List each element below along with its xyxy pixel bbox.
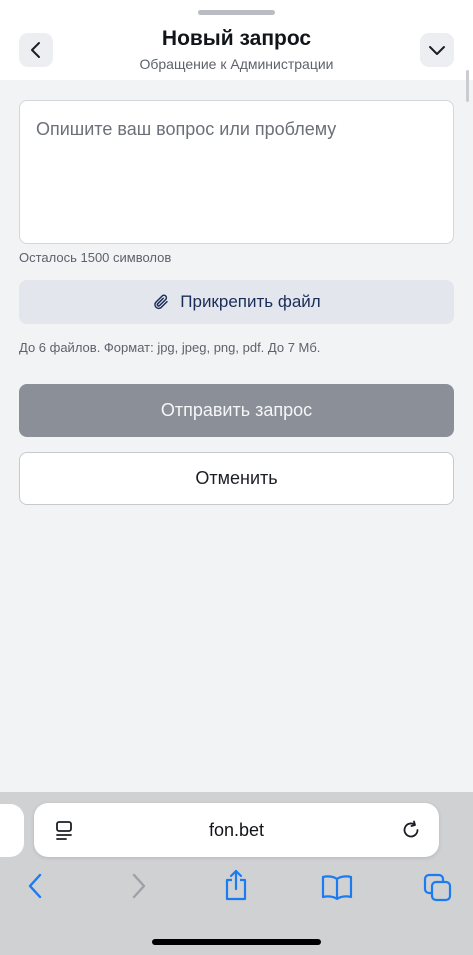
browser-back-icon[interactable]	[25, 872, 47, 900]
chevron-down-icon	[429, 46, 445, 55]
page-subtitle: Обращение к Администрации	[139, 56, 334, 72]
scrollbar[interactable]	[466, 70, 469, 102]
reload-icon[interactable]	[400, 819, 422, 841]
bookmarks-icon[interactable]	[320, 874, 354, 900]
sheet-header: Новый запрос Обращение к Администрации	[0, 0, 473, 80]
paperclip-icon	[154, 294, 169, 310]
previous-tab-preview[interactable]	[0, 804, 24, 857]
cancel-label: Отменить	[195, 468, 278, 488]
attach-file-label: Прикрепить файл	[180, 292, 321, 311]
browser-toolbar: fon.bet	[0, 792, 473, 955]
sheet-grabber[interactable]	[198, 10, 275, 15]
submit-request-label: Отправить запрос	[160, 400, 313, 420]
cancel-button[interactable]: Отменить	[19, 452, 454, 505]
share-icon[interactable]	[223, 868, 249, 902]
message-input[interactable]	[19, 100, 454, 244]
attach-hint: До 6 файлов. Формат: jpg, jpeg, png, pdf…	[19, 340, 321, 355]
attach-file-button[interactable]: Прикрепить файл	[19, 280, 454, 324]
page-title: Новый запрос	[161, 27, 312, 50]
chars-left-counter: Осталось 1500 символов	[19, 250, 172, 265]
url-text: fon.bet	[208, 820, 265, 840]
submit-request-button[interactable]: Отправить запрос	[19, 384, 454, 437]
tabs-icon[interactable]	[423, 873, 453, 903]
collapse-button[interactable]	[420, 33, 454, 67]
browser-forward-icon[interactable]	[127, 872, 149, 900]
home-indicator[interactable]	[152, 939, 321, 945]
address-bar[interactable]: fon.bet	[34, 803, 439, 857]
